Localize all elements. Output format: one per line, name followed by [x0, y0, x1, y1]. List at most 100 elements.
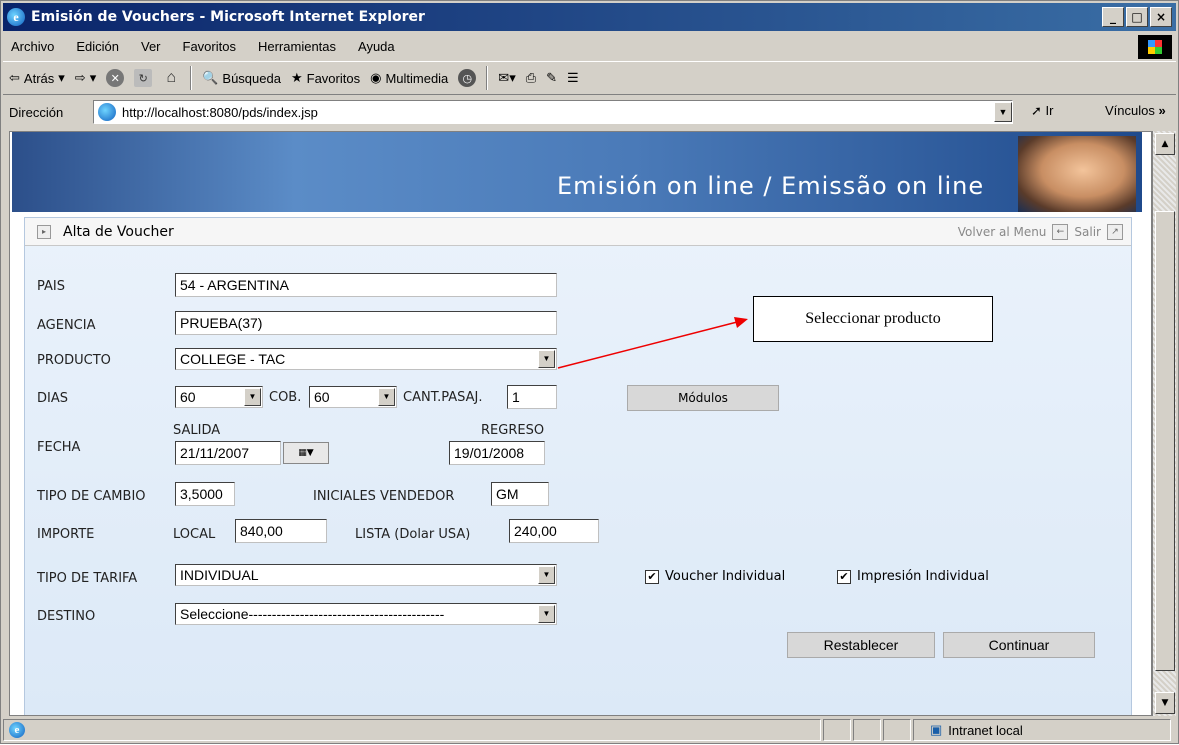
home-icon[interactable]: ⌂: [162, 69, 180, 87]
agencia-label: AGENCIA: [37, 318, 96, 333]
close-button[interactable]: ×: [1150, 7, 1172, 27]
local-label: LOCAL: [173, 527, 216, 542]
panel-header: ▸ Alta de Voucher Volver al Menu ← Salir…: [25, 218, 1131, 246]
back-arrow-icon[interactable]: ←: [1052, 224, 1069, 240]
windows-logo-icon: [1138, 35, 1172, 59]
forward-button[interactable]: ⇨ ▾: [75, 70, 96, 86]
chevron-down-icon: ▾: [89, 70, 97, 85]
calendar-icon[interactable]: ▦▼: [283, 442, 329, 464]
multimedia-button[interactable]: ◉ Multimedia: [370, 70, 448, 86]
importe-label: IMPORTE: [37, 527, 95, 542]
fecha-label: FECHA: [37, 440, 81, 455]
iniciales-label: INICIALES VENDEDOR: [313, 489, 455, 504]
tarifa-label: TIPO DE TARIFA: [37, 571, 138, 586]
page-icon: [98, 103, 116, 121]
regreso-field[interactable]: 19/01/2008: [449, 441, 545, 465]
menu-herramientas[interactable]: Herramientas: [258, 39, 336, 54]
menu-favoritos[interactable]: Favoritos: [183, 39, 236, 54]
status-main: [3, 719, 821, 741]
vertical-scrollbar[interactable]: ▲ ▼: [1152, 131, 1176, 716]
lista-field[interactable]: 240,00: [509, 519, 599, 543]
back-menu-link[interactable]: Volver al Menu: [958, 225, 1047, 239]
scroll-thumb[interactable]: [1155, 211, 1175, 671]
links-button[interactable]: Vínculos »: [1105, 103, 1166, 118]
scroll-down-icon[interactable]: ▼: [1155, 692, 1175, 714]
menu-archivo[interactable]: Archivo: [11, 39, 54, 54]
producto-select[interactable]: COLLEGE - TAC ▼: [175, 348, 557, 370]
status-cell: [823, 719, 851, 741]
toolbar-separator: [190, 66, 193, 90]
cob-select[interactable]: 60 ▼: [309, 386, 397, 408]
status-cell: [883, 719, 911, 741]
dias-select[interactable]: 60 ▼: [175, 386, 263, 408]
history-icon[interactable]: ◷: [458, 69, 477, 87]
media-icon: ◉: [370, 70, 382, 85]
zone-status: ▣ Intranet local: [913, 719, 1171, 741]
favorites-button[interactable]: ★ Favoritos: [291, 70, 360, 86]
continuar-button[interactable]: Continuar: [943, 632, 1095, 658]
window-title: Emisión de Vouchers - Microsoft Internet…: [31, 9, 425, 25]
stop-icon[interactable]: ✕: [106, 69, 125, 87]
local-field[interactable]: 840,00: [235, 519, 327, 543]
check-icon: ✔: [645, 569, 659, 584]
edit-icon[interactable]: ✎: [546, 70, 557, 86]
lista-label: LISTA (Dolar USA): [355, 527, 471, 542]
chevron-down-icon: ▼: [538, 566, 555, 584]
modulos-button[interactable]: Módulos: [627, 385, 779, 411]
banner: Emisión on line / Emissão on line: [12, 132, 1142, 212]
chevron-right-icon: »: [1158, 103, 1166, 118]
address-input[interactable]: http://localhost:8080/pds/index.jsp ▼: [93, 100, 1013, 124]
banner-photo: [1018, 136, 1136, 212]
go-button[interactable]: ➚ Ir: [1031, 103, 1053, 119]
restablecer-button[interactable]: Restablecer: [787, 632, 935, 658]
salida-field[interactable]: 21/11/2007: [175, 441, 281, 465]
toolbar: ⇦ Atrás ▾ ⇨ ▾ ✕ ↻ ⌂ 🔍 Búsqueda ★ Favoritos ◉ M…: [3, 61, 1176, 95]
chevron-down-icon: ▼: [538, 605, 555, 623]
voucher-panel: ▸ Alta de Voucher Volver al Menu ← Salir…: [24, 217, 1132, 715]
menu-ver[interactable]: Ver: [141, 39, 161, 54]
address-url: http://localhost:8080/pds/index.jsp: [122, 104, 318, 120]
address-label: Dirección: [9, 104, 64, 120]
dias-label: DIAS: [37, 391, 68, 406]
zone-label: Intranet local: [948, 722, 1023, 738]
address-dropdown-button[interactable]: ▼: [994, 102, 1012, 122]
back-button[interactable]: ⇦ Atrás ▾: [9, 70, 65, 86]
ie-logo-icon: e: [7, 8, 25, 26]
forward-arrow-icon: ⇨: [74, 70, 86, 85]
check-icon: ✔: [837, 569, 851, 584]
menu-edicion[interactable]: Edición: [76, 39, 119, 54]
search-icon: 🔍: [202, 70, 219, 85]
expand-icon: ▸: [37, 224, 51, 239]
pais-label: PAIS: [37, 279, 65, 294]
cant-pasaj-field[interactable]: 1: [507, 385, 557, 409]
status-cell: [853, 719, 881, 741]
minimize-button[interactable]: _: [1102, 7, 1124, 27]
destino-select[interactable]: Seleccione------------------------------…: [175, 603, 557, 625]
chevron-down-icon: ▼: [378, 388, 395, 406]
cant-pasaj-label: CANT.PASAJ.: [403, 390, 483, 405]
pais-field[interactable]: 54 - ARGENTINA: [175, 273, 557, 297]
menu-ayuda[interactable]: Ayuda: [358, 39, 395, 54]
tipo-cambio-field[interactable]: 3,5000: [175, 482, 235, 506]
discuss-icon[interactable]: ☰: [567, 70, 579, 86]
salida-label: SALIDA: [173, 423, 221, 438]
title-bar: e Emisión de Vouchers - Microsoft Intern…: [3, 3, 1176, 31]
exit-icon[interactable]: ↗: [1107, 224, 1123, 240]
destino-label: DESTINO: [37, 609, 96, 624]
agencia-field[interactable]: PRUEBA(37): [175, 311, 557, 335]
exit-link[interactable]: Salir: [1074, 225, 1101, 239]
mail-icon[interactable]: ✉▾: [498, 70, 515, 86]
scroll-up-icon[interactable]: ▲: [1155, 133, 1175, 155]
tarifa-select[interactable]: INDIVIDUAL ▼: [175, 564, 557, 586]
go-arrow-icon: ➚: [1031, 103, 1042, 118]
maximize-button[interactable]: □: [1126, 7, 1148, 27]
print-icon[interactable]: ⎙: [526, 70, 536, 86]
star-icon: ★: [290, 70, 303, 85]
browser-window: e Emisión de Vouchers - Microsoft Intern…: [0, 0, 1179, 744]
voucher-individual-checkbox[interactable]: ✔ Voucher Individual: [645, 569, 785, 584]
search-button[interactable]: 🔍 Búsqueda: [202, 70, 281, 86]
page-content: Emisión on line / Emissão on line ▸ Alta…: [9, 131, 1152, 716]
impresion-individual-checkbox[interactable]: ✔ Impresión Individual: [837, 569, 989, 584]
iniciales-field[interactable]: GM: [491, 482, 549, 506]
refresh-icon[interactable]: ↻: [134, 69, 153, 87]
